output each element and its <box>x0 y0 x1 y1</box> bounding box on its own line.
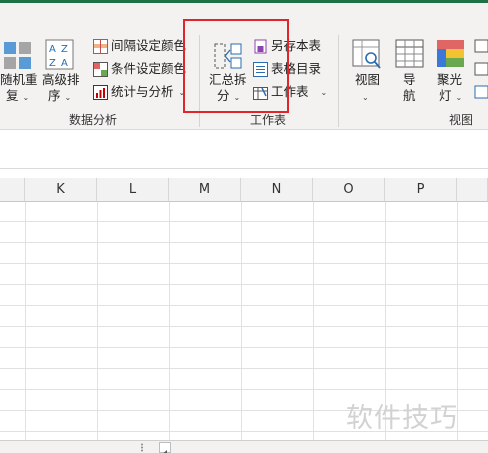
data-analysis-group-label: 数据分析 <box>69 113 118 127</box>
random-sort-icon[interactable] <box>3 41 33 71</box>
chevron-down-icon: ⌄ <box>362 93 369 102</box>
watermark: 软件技巧 <box>346 403 458 434</box>
advanced-sort-label-2[interactable]: 序 ⌄ <box>48 89 71 105</box>
advanced-sort-label-1[interactable]: 高级排 <box>42 73 80 87</box>
column-header[interactable]: L <box>97 178 169 202</box>
svg-text:Z: Z <box>61 44 68 55</box>
sheet-tabs-bar <box>0 440 488 453</box>
column-header[interactable]: M <box>169 178 241 202</box>
worksheet-group-label: 工作表 <box>250 113 287 127</box>
interval-color-icon <box>93 38 108 54</box>
group-divider <box>338 35 339 127</box>
spotlight-label-2[interactable]: 灯 ⌄ <box>439 89 462 105</box>
navigation-label-1[interactable]: 导 <box>403 73 416 87</box>
navigation-label-2[interactable]: 航 <box>403 89 416 103</box>
formula-bar[interactable] <box>0 131 488 169</box>
partial-icon[interactable] <box>474 39 488 103</box>
scroll-left-icon[interactable] <box>159 442 171 453</box>
chevron-down-icon: ⌄ <box>64 93 72 102</box>
svg-text:A: A <box>61 58 68 69</box>
stats-analysis-label: 统计与分析 <box>111 84 174 99</box>
navigation-icon[interactable] <box>395 39 425 71</box>
chevron-down-icon: ⌄ <box>455 93 463 102</box>
sheet-bar-splitter-icon[interactable] <box>139 443 145 452</box>
stats-analysis-icon <box>93 84 108 100</box>
advanced-sort-icon[interactable]: A Z Z A <box>45 39 75 71</box>
spotlight-icon[interactable] <box>436 39 466 71</box>
random-sort-label-2[interactable]: 复 ⌄ <box>6 89 29 105</box>
stats-analysis-button[interactable]: 统计与分析 ⌄ <box>93 82 185 102</box>
svg-text:A: A <box>49 44 56 55</box>
random-sort-label-1[interactable]: 随机重 <box>0 73 38 87</box>
conditional-color-icon <box>93 61 108 77</box>
view-label[interactable]: 视图 <box>355 73 380 87</box>
spotlight-label-1[interactable]: 聚光 <box>437 73 462 87</box>
column-header-corner[interactable] <box>0 178 25 202</box>
svg-text:Z: Z <box>49 58 56 69</box>
column-header[interactable] <box>457 178 488 202</box>
view-icon[interactable] <box>352 39 382 71</box>
column-header[interactable]: P <box>385 178 457 202</box>
chevron-down-icon: ⌄ <box>320 87 328 97</box>
interval-color-button[interactable]: 间隔设定颜色 <box>93 36 186 56</box>
column-header[interactable]: N <box>241 178 313 202</box>
view-group-label: 视图 <box>449 113 474 127</box>
chevron-down-icon: ⌄ <box>22 93 30 102</box>
column-header[interactable]: O <box>313 178 385 202</box>
conditional-color-label: 条件设定颜色 <box>111 61 187 76</box>
interval-color-label: 间隔设定颜色 <box>111 38 187 53</box>
column-header[interactable]: K <box>25 178 97 202</box>
highlight-box <box>183 19 289 113</box>
view-dropdown[interactable]: ⌄ <box>362 89 369 105</box>
conditional-color-button[interactable]: 条件设定颜色 <box>93 59 186 79</box>
